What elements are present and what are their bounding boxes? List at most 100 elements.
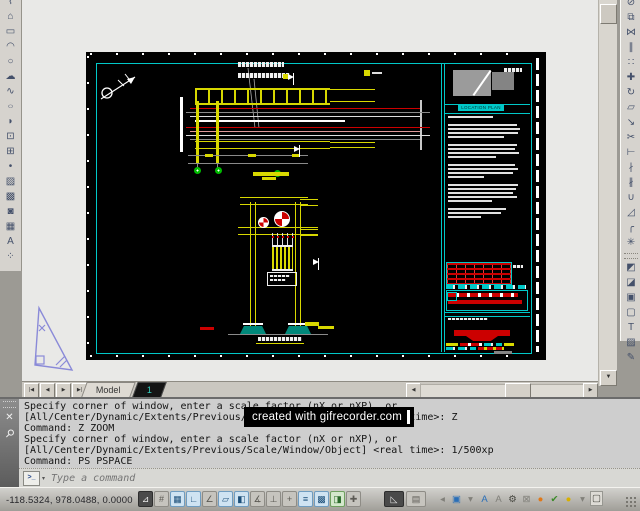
rectangle-icon[interactable]: ▭ [2,25,19,40]
copy-icon[interactable]: ⧉ [623,11,640,26]
approval-cell [447,292,457,301]
drawing-canvas[interactable]: LOCATION PLAN [22,0,598,381]
tab-model[interactable]: Model [81,382,136,397]
erase-icon[interactable]: ⊘ [623,0,640,11]
statusbar-grip[interactable] [625,496,637,508]
mirror-icon[interactable]: ⋈ [623,26,640,41]
elev-line-gray [190,139,420,140]
send-to-back-icon[interactable]: ◪ [623,276,640,291]
circle-icon[interactable]: ○ [2,55,19,70]
gradient-icon[interactable]: ▩ [2,190,19,205]
tab-layout-1[interactable]: 1 [131,382,167,397]
hscroll-right-button[interactable]: ▶ [583,383,598,398]
fillet-icon[interactable]: ╭ [623,221,640,236]
workspace-switching-icon[interactable]: ⚙ [506,491,519,508]
command-input[interactable] [49,471,640,485]
bring-to-front-icon[interactable]: ◩ [623,261,640,276]
move-icon[interactable]: ✚ [623,71,640,86]
chamfer-icon[interactable]: ◿ [623,206,640,221]
spline-icon[interactable]: ∿ [2,85,19,100]
polygon-icon[interactable]: ⌂ [2,10,19,25]
explode-icon[interactable]: ✳ [623,236,640,251]
ellipse-icon[interactable]: ○ [2,102,19,113]
annotation-visibility-icon[interactable]: A [478,491,491,508]
point-icon[interactable]: • [2,160,19,175]
hatch-to-back-icon[interactable]: ▨ [623,336,640,351]
polar-tracking-toggle[interactable]: ∠ [202,491,217,507]
extend-icon[interactable]: ⊢ [623,146,640,161]
performance-tuner-icon[interactable]: ● [534,491,547,508]
insert-block-icon[interactable]: ⊡ [2,130,19,145]
region-icon[interactable]: ◙ [2,205,19,220]
annotation-menu-icon[interactable]: ▾ [464,491,477,508]
text-to-front-icon[interactable]: T [623,321,640,336]
osnap-3d-toggle[interactable]: ◧ [234,491,249,507]
hscroll-thumb[interactable] [505,383,531,398]
make-block-icon[interactable]: ⊞ [2,145,19,160]
isolate-objects-icon[interactable]: ● [562,491,575,508]
online-status-icon[interactable]: ✔ [548,491,561,508]
join-icon[interactable]: ∪ [623,191,640,206]
snap-toggle[interactable]: # [154,491,169,507]
hatch-icon[interactable]: ▨ [2,175,19,190]
dynamic-ucs-toggle[interactable]: ⊥ [266,491,281,507]
grid-toggle[interactable]: ▦ [170,491,185,507]
toolbar-lock-icon[interactable]: ⊠ [520,491,533,508]
stamp-block [446,343,458,346]
selection-cycling-toggle[interactable]: ✚ [346,491,361,507]
arc-icon[interactable]: ◠ [2,40,19,55]
polyline-icon[interactable]: ⌇ [2,0,19,10]
annotation-front-icon[interactable]: ✎ [623,351,640,366]
revcloud-icon[interactable]: ☁ [2,70,19,85]
otrack-toggle[interactable]: ∡ [250,491,265,507]
clean-screen-icon[interactable]: ▢ [590,491,603,506]
stretch-icon[interactable]: ↘ [623,116,640,131]
rotate-icon[interactable]: ↻ [623,86,640,101]
add-selected-icon[interactable]: ⁘ [2,250,19,265]
annotation-scale-icon[interactable]: ▣ [450,491,463,508]
annotation-autoscale-icon[interactable]: A [492,491,505,508]
prev-layout-button[interactable]: ◀ [40,383,55,398]
quick-view-layouts-button[interactable]: ▤ [406,491,426,507]
ortho-toggle[interactable]: ∟ [186,491,201,507]
ellipse-arc-icon[interactable]: ◗ [2,115,19,130]
horizontal-scrollbar[interactable] [420,384,584,398]
lineweight-toggle[interactable]: ≡ [298,491,313,507]
infer-constraints-toggle[interactable]: ⊿ [138,491,153,507]
hscroll-left-button[interactable]: ◀ [406,383,421,398]
plot-stamp [494,351,512,354]
space-mode-buttons: ◺ ▤ [384,491,426,507]
titleblock-line [444,113,530,114]
command-prompt-icon[interactable]: >_ [23,470,40,486]
command-history-line: Specify corner of window, enter a scale … [24,434,398,445]
mtext-icon[interactable]: A [2,235,19,250]
paper-model-toggle[interactable]: ◺ [384,491,404,507]
command-history-line: [All/Center/Dynamic/Extents/Previous/Sca… [24,445,494,456]
next-layout-button[interactable]: ▶ [56,383,71,398]
command-dock-grip[interactable] [3,401,16,408]
osnap-toggle[interactable]: ▱ [218,491,233,507]
elev-line-gray [186,112,430,113]
vscroll-down-button[interactable]: ▼ [600,370,617,386]
viewport-prev-icon[interactable]: ◂ [436,491,449,508]
offset-icon[interactable]: ∥ [623,41,640,56]
trim-icon[interactable]: ✂ [623,131,640,146]
bring-above-icon[interactable]: ▣ [623,291,640,306]
dynamic-input-toggle[interactable]: + [282,491,297,507]
xs-title-underline [256,343,304,344]
array-icon[interactable]: ∷ [623,56,640,71]
quick-properties-toggle[interactable]: ◨ [330,491,345,507]
send-under-icon[interactable]: ▢ [623,306,640,321]
transparency-toggle[interactable]: ▩ [314,491,329,507]
table-icon[interactable]: ▦ [2,220,19,235]
toolbar-grip[interactable] [624,253,638,259]
break-at-point-icon[interactable]: ∤ [623,161,640,176]
command-prompt-dropdown-icon[interactable]: ▾ [42,475,45,482]
scale-icon[interactable]: ▱ [623,101,640,116]
first-layout-button[interactable]: |◀ [24,383,39,398]
vertical-scrollbar[interactable]: ▼ [598,0,617,386]
break-icon[interactable]: ∦ [623,176,640,191]
vscroll-thumb[interactable] [600,4,617,24]
command-dock-strip[interactable]: ✕ ⚲ [0,399,19,487]
status-menu-arrow-icon[interactable]: ▾ [576,491,589,508]
